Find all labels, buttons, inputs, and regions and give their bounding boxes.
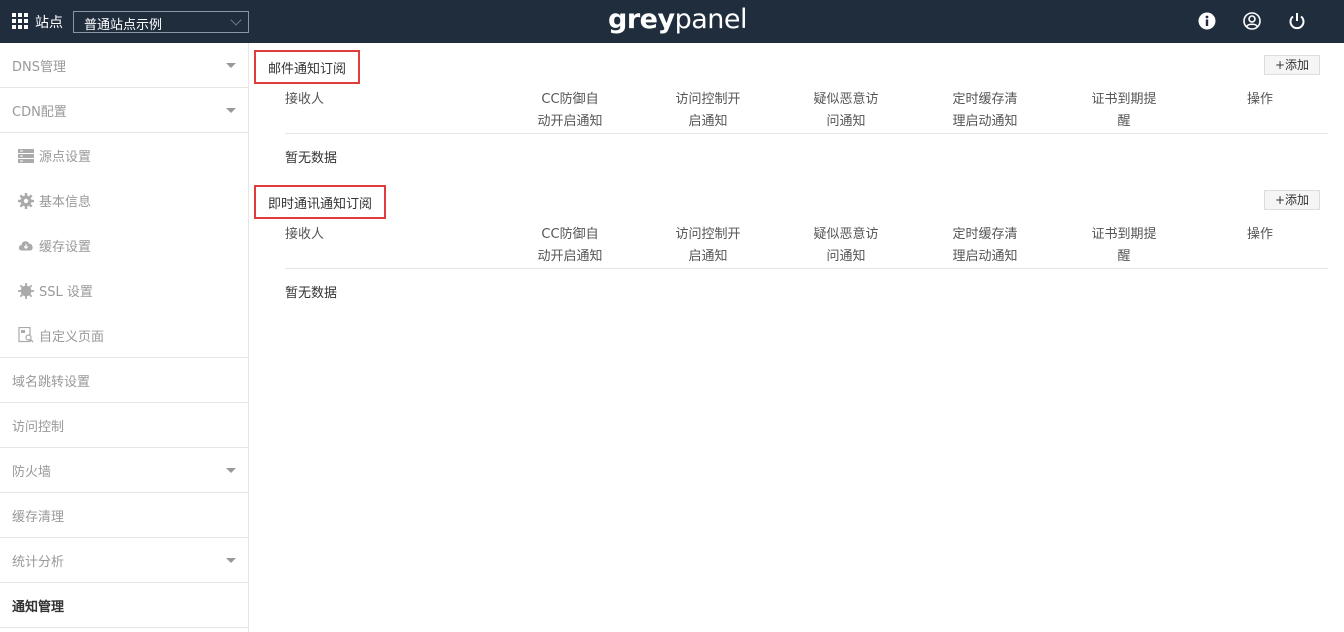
gear-icon [18,192,34,209]
sidebar-item-label: 缓存设置 [39,240,92,255]
sidebar-item-firewall[interactable]: 防火墙 [0,448,248,493]
empty-state-email: 暂无数据 [285,151,338,166]
sidebar-item-ssl[interactable]: SSL 设置 [0,268,248,313]
logo-panel: panel [674,4,748,35]
sidebar-item-label: SSL 设置 [39,285,93,300]
logo-grey: grey [608,4,675,35]
table-header: 接收人 CC防御自 动开启通知 访问控制开 启通知 疑似恶意访 问通知 定时缓存清 理启… [285,89,1328,134]
server-icon [18,148,34,164]
main-content: 邮件通知订阅 +添加 接收人 CC防御自 动开启通知 访问控制开 启通知 疑似恶意访… [249,43,1344,632]
top-bar: 站点 普通站点示例 greypanel [0,0,1344,43]
column-header-suspicious-access: 疑似恶意访 问通知 [813,92,879,129]
sidebar-item-statistics[interactable]: 统计分析 [0,538,248,583]
caret-down-icon [226,468,236,473]
sidebar: DNS管理 CDN配置 源点设置 基本信息 缓存设置 SSL 设置 自定义页面 [0,43,249,632]
sidebar-item-label: 访问控制 [12,419,65,435]
column-header-scheduled-purge: 定时缓存清 理启动通知 [952,92,1018,129]
column-header-access-control: 访问控制开 启通知 [675,92,741,129]
sidebar-item-label: 防火墙 [12,464,52,480]
column-header-access-control: 访问控制开 启通知 [675,227,741,264]
column-header-scheduled-purge: 定时缓存清 理启动通知 [952,227,1018,264]
sidebar-item-cache-settings[interactable]: 缓存设置 [0,223,248,268]
sidebar-item-origin[interactable]: 源点设置 [0,133,248,178]
sidebar-item-access-control[interactable]: 访问控制 [0,403,248,448]
im-subscription-table: 接收人 CC防御自 动开启通知 访问控制开 启通知 疑似恶意访 问通知 定时缓存清 理启… [285,224,1328,269]
column-header-cc-defense: CC防御自 动开启通知 [537,92,603,129]
sidebar-item-dns[interactable]: DNS管理 [0,43,248,88]
sidebar-item-label: 自定义页面 [39,329,105,345]
sidebar-item-label: 通知管理 [12,599,65,615]
column-header-recipient: 接收人 [285,92,325,107]
sidebar-item-custom-page[interactable]: 自定义页面 [0,313,248,358]
sidebar-item-label: 统计分析 [12,554,65,570]
column-header-cert-expiry: 证书到期提醒 [1091,227,1157,264]
sidebar-item-basic-info[interactable]: 基本信息 [0,178,248,223]
section-title-im: 即时通讯通知订阅 [254,185,387,219]
column-header-recipient: 接收人 [285,227,325,242]
sidebar-item-label: CDN配置 [12,104,67,120]
add-im-subscription-button[interactable]: +添加 [1264,190,1320,210]
sidebar-item-cdn[interactable]: CDN配置 [0,88,248,133]
sidebar-item-label: 缓存清理 [12,509,65,525]
chevron-down-icon [230,14,242,26]
section-title-email: 邮件通知订阅 [254,50,361,84]
column-header-cert-expiry: 证书到期提醒 [1091,92,1157,129]
sidebar-item-label: 基本信息 [39,195,92,210]
table-header: 接收人 CC防御自 动开启通知 访问控制开 启通知 疑似恶意访 问通知 定时缓存清 理启… [285,224,1328,269]
sidebar-item-label: 域名跳转设置 [12,374,91,390]
site-select[interactable]: 普通站点示例 [73,11,249,33]
caret-down-icon [226,108,236,113]
sidebar-item-cache-purge[interactable]: 缓存清理 [0,493,248,538]
cloud-download-icon [18,238,34,254]
apps-grid-icon[interactable] [12,13,28,29]
user-icon[interactable] [1243,12,1261,30]
info-icon[interactable] [1198,12,1216,30]
sidebar-item-label: 源点设置 [39,150,92,165]
logo: greypanel [608,4,747,35]
sidebar-item-label: DNS管理 [12,59,66,75]
site-label: 站点 [35,15,63,31]
empty-state-im: 暂无数据 [285,286,338,301]
page-search-icon [18,327,34,343]
add-email-subscription-button[interactable]: +添加 [1264,55,1320,75]
caret-down-icon [226,558,236,563]
sidebar-item-domain-redirect[interactable]: 域名跳转设置 [0,358,248,403]
column-header-actions: 操作 [1246,227,1273,242]
cog-badge-icon [18,282,34,299]
column-header-cc-defense: CC防御自 动开启通知 [537,227,603,264]
power-icon[interactable] [1288,12,1306,30]
email-subscription-table: 接收人 CC防御自 动开启通知 访问控制开 启通知 疑似恶意访 问通知 定时缓存清 理启… [285,89,1328,134]
sidebar-item-notifications[interactable]: 通知管理 [0,583,248,628]
site-select-value: 普通站点示例 [84,18,163,33]
column-header-suspicious-access: 疑似恶意访 问通知 [813,227,879,264]
caret-down-icon [226,63,236,68]
column-header-actions: 操作 [1246,92,1273,107]
